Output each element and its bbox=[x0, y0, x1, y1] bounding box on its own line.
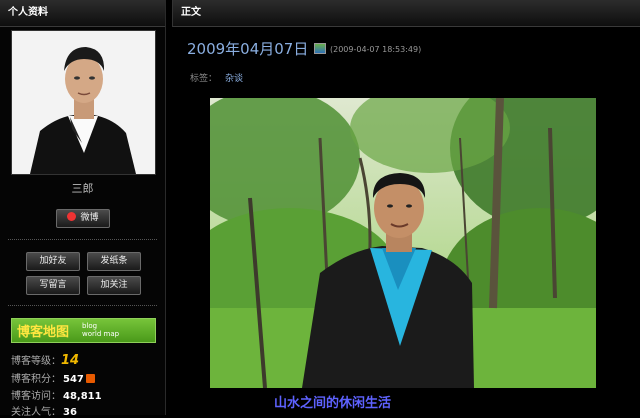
stat-label: 博客访问： bbox=[11, 391, 61, 402]
divider bbox=[8, 239, 157, 240]
tag-row: 标签： 杂谈 bbox=[190, 71, 243, 84]
post-title: 2009年04月07日 bbox=[187, 40, 309, 58]
send-note-button[interactable]: 发纸条 bbox=[87, 252, 141, 271]
stat-label: 关注人气： bbox=[11, 407, 61, 418]
blog-level-value[interactable]: 14 bbox=[61, 353, 79, 368]
stat-blog-visits: 博客访问： 48,811 bbox=[11, 387, 102, 402]
follow-button[interactable]: 加关注 bbox=[87, 276, 141, 295]
profile-header: 个人资料 bbox=[0, 0, 165, 27]
tag-label: 标签： bbox=[190, 74, 218, 84]
blog-map-banner[interactable]: 博客地图 blog world map bbox=[11, 318, 156, 343]
photo-caption: 山水之间的休闲生活 bbox=[274, 396, 392, 411]
avatar[interactable] bbox=[11, 30, 156, 175]
image-icon bbox=[314, 43, 326, 54]
profile-sidebar: 个人资料 三郎 微博 加好友 发纸条 写留言 加关注 博客地图 blog wor… bbox=[0, 0, 166, 418]
blog-map-sub1: blog bbox=[82, 322, 98, 330]
blog-map-sub2: world map bbox=[82, 330, 120, 338]
nickname[interactable]: 三郎 bbox=[0, 180, 165, 196]
stat-blog-points: 博客积分： 547 bbox=[11, 370, 95, 385]
weibo-button[interactable]: 微博 bbox=[56, 209, 110, 228]
post-panel: 正文 2009年04月07日 (2009-04-07 18:53:49) 标签：… bbox=[172, 0, 640, 415]
tag-link[interactable]: 杂谈 bbox=[225, 74, 243, 84]
post-photo[interactable] bbox=[210, 98, 596, 388]
weibo-icon bbox=[67, 212, 77, 221]
weibo-button-label: 微博 bbox=[80, 213, 99, 223]
divider bbox=[8, 305, 157, 306]
blog-points-value: 547 bbox=[63, 374, 84, 385]
stat-followers: 关注人气： 36 bbox=[11, 403, 77, 418]
add-friend-button[interactable]: 加好友 bbox=[26, 252, 80, 271]
blog-visits-value: 48,811 bbox=[63, 391, 102, 402]
stat-label: 博客积分： bbox=[11, 374, 61, 385]
leave-message-button[interactable]: 写留言 bbox=[26, 276, 80, 295]
followers-value: 36 bbox=[63, 407, 77, 418]
stat-blog-level: 博客等级：14 bbox=[11, 352, 79, 368]
post-header: 正文 bbox=[172, 0, 640, 27]
post-timestamp: (2009-04-07 18:53:49) bbox=[330, 45, 422, 54]
blog-map-subtitle: blog world map bbox=[82, 322, 119, 338]
blog-map-title: 博客地图 bbox=[17, 325, 70, 340]
stat-label: 博客等级： bbox=[11, 356, 61, 367]
points-badge-icon[interactable] bbox=[85, 374, 95, 383]
